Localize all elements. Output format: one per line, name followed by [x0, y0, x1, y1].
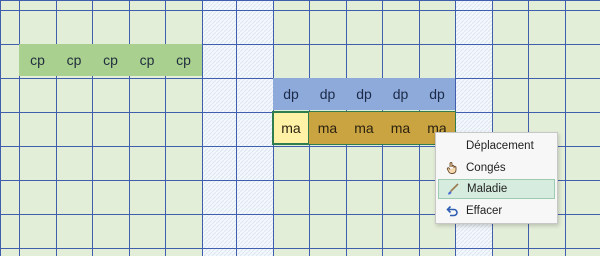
menu-item-label: Effacer	[466, 205, 503, 217]
hand-cursor-icon	[438, 161, 466, 175]
dp-cell[interactable]: dp	[273, 78, 309, 110]
grid-column-fill	[56, 0, 92, 256]
cp-cell[interactable]: cp	[19, 44, 56, 76]
menu-item-maladie[interactable]: Maladie	[438, 179, 555, 199]
grid-column-fill	[165, 0, 202, 256]
dp-cell[interactable]: dp	[419, 78, 455, 110]
grid-column-fill	[565, 0, 600, 256]
context-menu: Déplacement Congés Maladie Effacer	[435, 132, 558, 224]
menu-item-label: Congés	[466, 162, 506, 174]
ma-cell[interactable]: ma	[382, 112, 419, 144]
dp-cell[interactable]: dp	[382, 78, 419, 110]
grid-column-fill	[0, 0, 19, 256]
brush-icon	[439, 182, 467, 196]
cp-cell[interactable]: cp	[92, 44, 129, 76]
undo-arrow-icon	[438, 204, 466, 218]
ma-cell[interactable]: ma	[309, 112, 346, 144]
grid-column-fill	[92, 0, 129, 256]
menu-item-label: Maladie	[467, 183, 508, 195]
ma-cell-selected[interactable]: ma	[273, 112, 309, 144]
dp-cell[interactable]: dp	[346, 78, 382, 110]
cp-cell[interactable]: cp	[129, 44, 165, 76]
menu-item-label: Déplacement	[466, 140, 534, 152]
ma-cell[interactable]: ma	[346, 112, 382, 144]
cp-cell[interactable]: cp	[56, 44, 92, 76]
grid-column-fill	[19, 0, 56, 256]
menu-item-effacer[interactable]: Effacer	[438, 201, 555, 221]
menu-item-conges[interactable]: Congés	[438, 158, 555, 178]
cp-cell[interactable]: cp	[165, 44, 202, 76]
menu-item-deplacement[interactable]: Déplacement	[438, 136, 555, 156]
grid-column-fill	[236, 0, 273, 256]
dp-cell[interactable]: dp	[309, 78, 346, 110]
grid-column-fill	[129, 0, 165, 256]
grid-column-fill	[202, 0, 236, 256]
